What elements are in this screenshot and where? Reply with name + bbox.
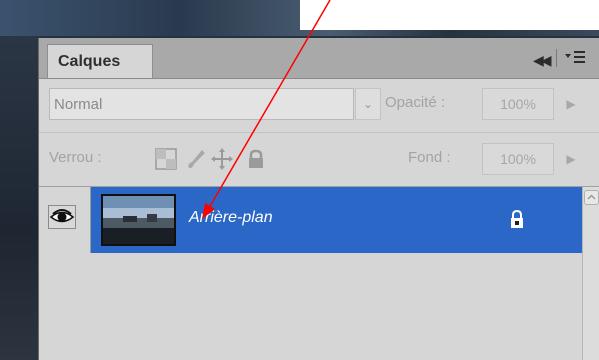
fill-field[interactable]: 100% [482,143,554,175]
layers-empty-area [39,253,582,360]
fill-slider-arrow-icon[interactable]: ▶ [557,143,585,175]
lock-transparency-icon[interactable] [155,148,177,170]
blend-mode-value: Normal [54,96,103,113]
fill-label: Fond : [408,149,451,166]
lock-all-icon[interactable] [245,148,267,170]
visibility-cell[interactable] [39,187,91,253]
chevron-down-icon[interactable]: ⌄ [355,88,381,120]
lock-label: Verrou : [49,149,102,166]
blend-row: Normal ⌄ Opacité : 100% ▶ [39,78,599,132]
lock-row: Verrou : Fond: 100% ▶ [39,134,599,186]
layer-thumbnail[interactable] [101,194,176,246]
panel-menu-icon[interactable] [563,47,587,67]
blend-mode-select[interactable]: Normal [49,88,354,120]
tab-calques[interactable]: Calques [47,44,153,78]
lock-brush-icon[interactable] [185,148,207,170]
layer-lock-icon [509,209,525,229]
layer-row-background[interactable]: Arrière-plan [39,187,582,253]
double-left-chevron-icon[interactable]: ◀◀ [533,52,551,69]
tab-label: Calques [58,53,121,70]
layer-name[interactable]: Arrière-plan [189,209,273,227]
layers-panel: Calques ◀◀ Normal ⌄ Opacité : 100% ▶ Ver… [38,38,599,360]
opacity-label: Opacité : [385,94,446,111]
eye-icon[interactable] [48,205,76,229]
panel-tab-bar: Calques ◀◀ [39,38,599,79]
layers-scrollbar[interactable] [582,187,599,360]
divider [39,132,599,133]
opacity-slider-arrow-icon[interactable]: ▶ [557,88,585,120]
background-white-area [300,0,599,30]
background-photo-left [0,36,40,360]
lock-move-icon[interactable] [211,148,233,170]
tab-bar-separator [556,49,557,67]
scroll-up-icon[interactable] [584,190,599,205]
opacity-field[interactable]: 100% [482,88,554,120]
